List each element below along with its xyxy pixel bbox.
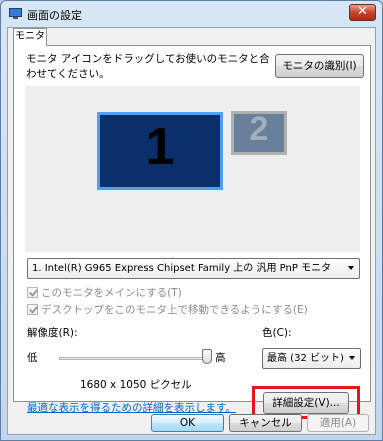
monitor-2-icon[interactable]: 2 xyxy=(231,110,287,155)
instruction-text: モニタ アイコンをドラッグしてお使いのモニタと合わせてください。 xyxy=(26,53,270,80)
title-bar[interactable]: 画面の設定 ✕ xyxy=(1,1,382,27)
identify-monitors-button[interactable]: モニタの識別(I) xyxy=(275,54,364,78)
display-select-value: 1. Intel(R) G965 Express Chipset Family … xyxy=(32,263,332,274)
resolution-low-label: 低 xyxy=(27,352,38,364)
dialog-body: モニタ モニタ アイコンをドラッグしてお使いのモニタと合わせてください。 モニタ… xyxy=(7,27,376,435)
main-monitor-checkbox[interactable]: このモニタをメインにする(T) xyxy=(27,285,182,299)
color-depth-value: 最高 (32 ビット) xyxy=(267,353,344,364)
cancel-button[interactable]: キャンセル xyxy=(229,414,302,432)
checkbox-icon xyxy=(27,304,38,315)
tab-monitor[interactable]: モニタ xyxy=(13,28,47,46)
monitor-arrangement-area: 1 2 xyxy=(25,86,360,252)
monitor-1-icon[interactable]: 1 xyxy=(97,112,223,190)
tab-panel: モニタ アイコンをドラッグしてお使いのモニタと合わせてください。 モニタの識別(… xyxy=(13,45,371,419)
checkbox-icon xyxy=(27,287,38,298)
help-link[interactable]: 最適な表示を得るための詳細を表示します。 xyxy=(27,400,236,415)
color-label: 色(C): xyxy=(262,327,292,339)
resolution-high-label: 高 xyxy=(215,352,226,364)
display-settings-window: 画面の設定 ✕ モニタ モニタ アイコンをドラッグしてお使いのモニタと合わせてく… xyxy=(0,0,383,441)
close-icon: ✕ xyxy=(357,4,368,19)
display-select[interactable]: 1. Intel(R) G965 Express Chipset Family … xyxy=(27,258,360,279)
chevron-down-icon xyxy=(348,266,354,270)
resolution-value: 1680 x 1050 ピクセル xyxy=(80,379,192,391)
ok-button[interactable]: OK xyxy=(151,414,224,432)
advanced-settings-button[interactable]: 詳細設定(V)... xyxy=(263,392,349,414)
apply-button[interactable]: 適用(A) xyxy=(307,414,369,432)
extend-desktop-checkbox[interactable]: デスクトップをこのモニタ上で移動できるようにする(E) xyxy=(27,302,308,316)
close-button[interactable]: ✕ xyxy=(349,4,376,21)
window-title: 画面の設定 xyxy=(27,9,82,22)
extend-desktop-label: デスクトップをこのモニタ上で移動できるようにする(E) xyxy=(41,304,308,316)
monitor-2-number: 2 xyxy=(249,110,269,148)
display-settings-icon xyxy=(9,8,22,19)
color-depth-select[interactable]: 最高 (32 ビット) xyxy=(262,348,361,369)
resolution-slider-track[interactable] xyxy=(59,357,206,360)
chevron-down-icon xyxy=(349,356,355,360)
monitor-1-number: 1 xyxy=(145,118,175,176)
main-monitor-label: このモニタをメインにする(T) xyxy=(41,287,182,299)
resolution-slider-thumb[interactable] xyxy=(202,349,212,364)
resolution-label: 解像度(R): xyxy=(27,327,78,339)
